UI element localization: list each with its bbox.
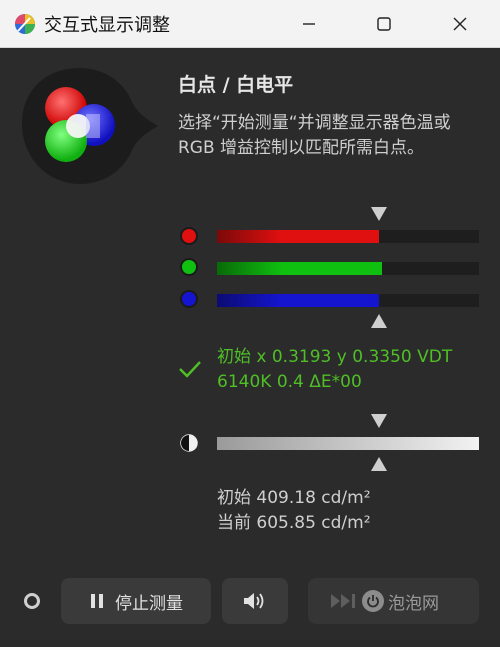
green-channel-fill xyxy=(217,262,383,275)
stop-measurement-label: 停止测量 xyxy=(115,593,183,614)
brightness-icon xyxy=(180,434,198,452)
close-button[interactable] xyxy=(433,0,487,47)
close-icon xyxy=(453,17,467,30)
measurement-readout: 初始 x 0.3193 y 0.3350 VDT 6140K 0.4 ΔE*00 xyxy=(217,345,452,395)
red-channel-indicator xyxy=(180,227,198,245)
maximize-icon xyxy=(377,16,391,31)
power-icon xyxy=(362,590,384,612)
minimize-icon xyxy=(303,22,315,25)
speaker-icon xyxy=(244,593,264,609)
green-channel-bar xyxy=(217,262,479,275)
target-marker-top xyxy=(371,207,388,221)
blue-channel-indicator xyxy=(180,290,198,308)
luminance-gradient-bar xyxy=(217,437,479,450)
sound-button[interactable] xyxy=(222,578,288,624)
maximize-button[interactable] xyxy=(357,0,411,47)
measurement-line: 初始 x 0.3193 y 0.3350 VDT xyxy=(217,347,453,367)
rgb-white-point-illustration xyxy=(22,68,158,184)
watermark: 泡泡网 xyxy=(362,578,439,624)
instruction-line: 选择“开始测量“并调整显示器色温或 xyxy=(178,113,451,133)
blue-channel-fill xyxy=(217,294,380,307)
minimize-button[interactable] xyxy=(282,0,336,47)
instruction-line: RGB 增益控制以匹配所需白点。 xyxy=(178,138,425,158)
check-icon xyxy=(179,361,201,378)
skip-forward-icon xyxy=(331,594,355,608)
stop-measurement-button[interactable]: 停止测量 xyxy=(61,578,211,624)
initial-luminance: 初始 409.18 cd/m² xyxy=(217,488,371,508)
luminance-marker-bottom xyxy=(371,457,388,471)
luminance-readout: 初始 409.18 cd/m² 当前 605.85 cd/m² xyxy=(217,486,371,536)
window-title: 交互式显示调整 xyxy=(44,15,170,36)
green-channel-indicator xyxy=(180,258,198,276)
status-ring-icon xyxy=(24,593,40,609)
red-channel-fill xyxy=(217,230,380,243)
instruction-text: 选择“开始测量“并调整显示器色温或 RGB 增益控制以匹配所需白点。 xyxy=(178,111,478,161)
target-marker-bottom xyxy=(371,314,388,328)
title-bar: 交互式显示调整 xyxy=(0,0,500,48)
blue-channel-bar xyxy=(217,294,479,307)
current-luminance: 当前 605.85 cd/m² xyxy=(217,513,371,533)
watermark-text: 泡泡网 xyxy=(388,593,439,614)
section-heading: 白点 / 白电平 xyxy=(178,74,294,96)
pause-icon xyxy=(91,594,103,608)
measurement-line: 6140K 0.4 ΔE*00 xyxy=(217,372,362,392)
red-channel-bar xyxy=(217,230,479,243)
luminance-marker-top xyxy=(371,414,388,428)
color-wheel-icon xyxy=(15,14,35,34)
